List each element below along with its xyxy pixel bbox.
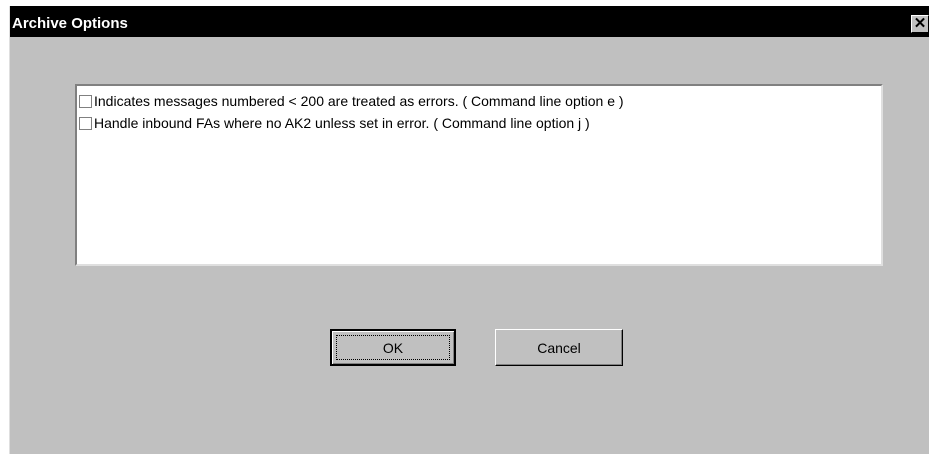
cancel-button-label: Cancel bbox=[537, 339, 581, 356]
option-label-j: Handle inbound FAs where no AK2 unless s… bbox=[94, 115, 590, 131]
title-bar[interactable]: Archive Options ✕ bbox=[10, 6, 929, 37]
focus-indicator bbox=[336, 335, 450, 360]
option-checkbox-e[interactable] bbox=[79, 94, 92, 108]
ok-button[interactable]: OK bbox=[330, 329, 456, 366]
close-button[interactable]: ✕ bbox=[911, 15, 929, 33]
dialog-title: Archive Options bbox=[12, 15, 128, 32]
option-item-j[interactable]: Handle inbound FAs where no AK2 unless s… bbox=[79, 113, 590, 133]
option-checkbox-j[interactable] bbox=[79, 116, 92, 130]
option-label-e: Indicates messages numbered < 200 are tr… bbox=[94, 93, 624, 109]
archive-options-dialog: Archive Options ✕ Indicates messages num… bbox=[9, 6, 929, 454]
close-icon: ✕ bbox=[913, 15, 927, 32]
options-checklist[interactable]: Indicates messages numbered < 200 are tr… bbox=[75, 84, 883, 266]
option-item-e[interactable]: Indicates messages numbered < 200 are tr… bbox=[79, 91, 624, 111]
cancel-button[interactable]: Cancel bbox=[495, 329, 623, 366]
